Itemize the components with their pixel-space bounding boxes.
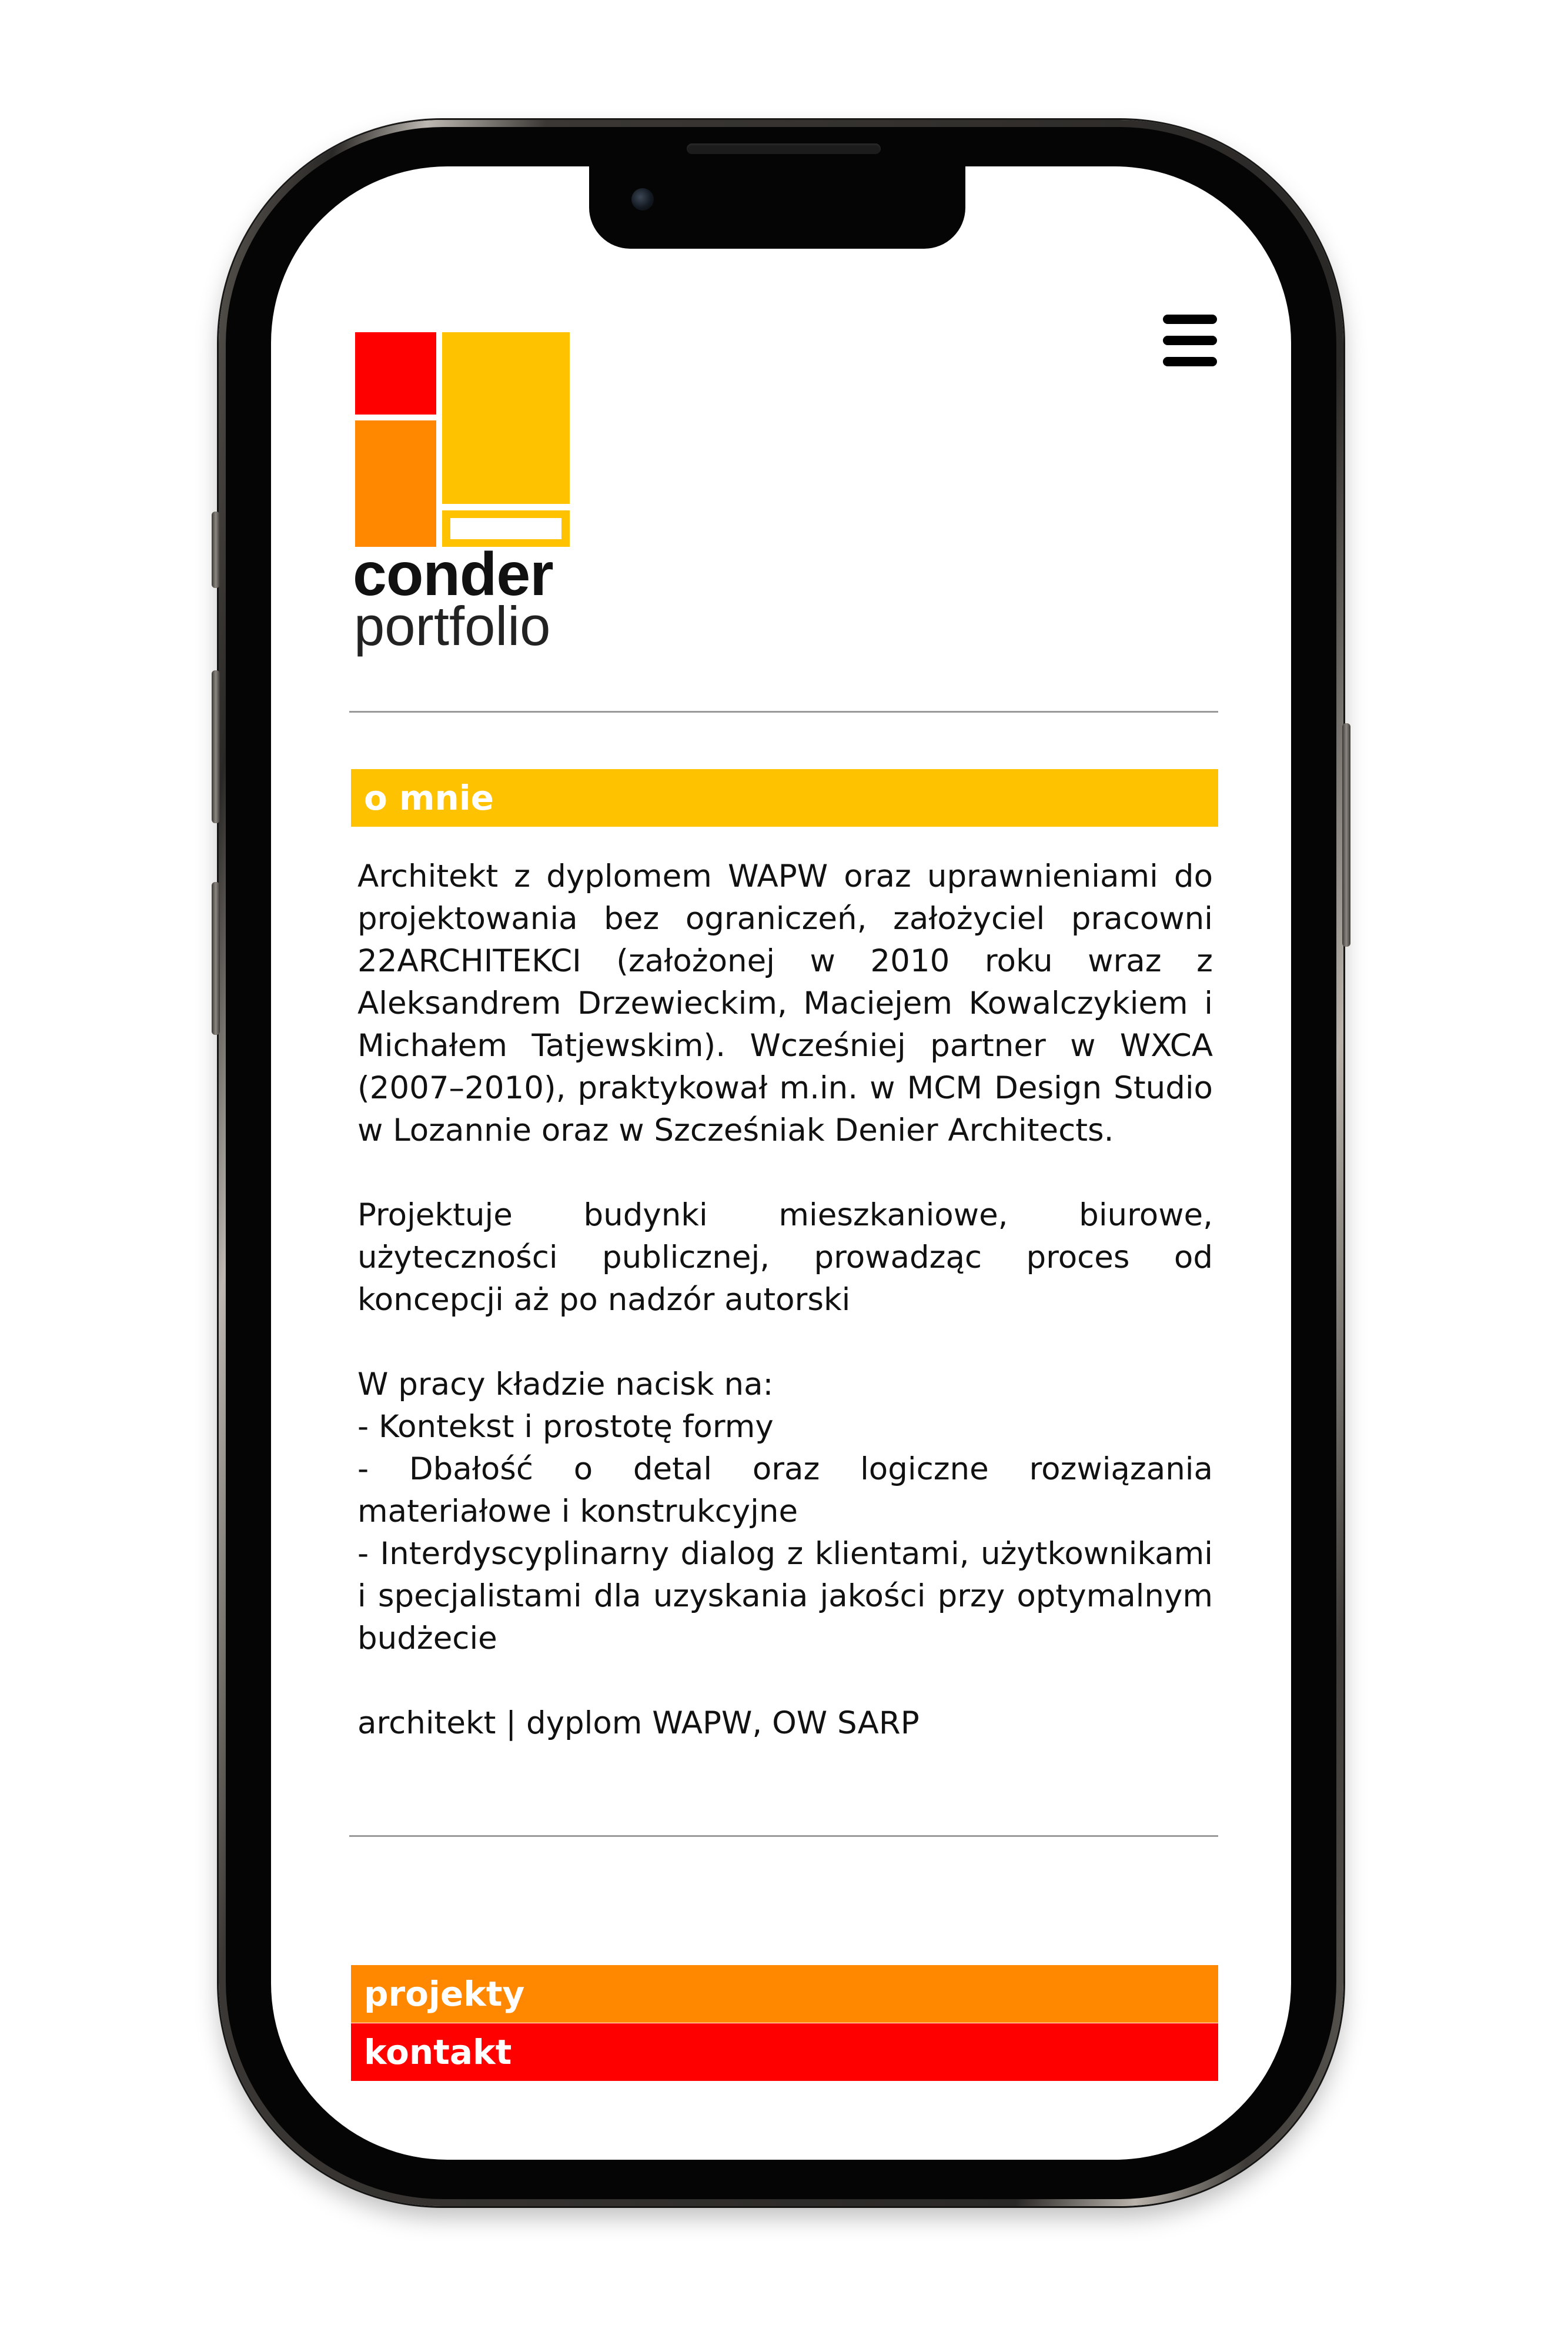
- focus-list-item: - Dbałość o detal oraz logiczne rozwiąza…: [357, 1451, 1213, 1529]
- section-heading-about: o mnie: [351, 769, 1218, 827]
- menu-bar-top: [1163, 315, 1217, 324]
- focus-list-heading: W pracy kładzie nacisk na:: [357, 1367, 774, 1402]
- hamburger-menu-icon[interactable]: [1157, 315, 1223, 371]
- logo-frame-inner: [450, 518, 561, 539]
- power-button: [1342, 723, 1350, 947]
- about-paragraph-bio: Architekt z dyplomem WAPW oraz uprawnien…: [357, 858, 1213, 1148]
- volume-down-button: [212, 882, 220, 1035]
- nav-contact-link[interactable]: kontakt: [351, 2023, 1218, 2081]
- logo-yellow-block: [442, 332, 570, 504]
- logo-orange-block: [355, 420, 436, 547]
- about-text: Architekt z dyplomem WAPW oraz uprawnien…: [357, 856, 1213, 1745]
- credentials-line: architekt | dyplom WAPW, OW SARP: [357, 1705, 920, 1741]
- logo-red-block: [355, 332, 436, 415]
- earpiece-speaker: [687, 143, 881, 154]
- focus-list-item: - Interdyscyplinarny dialog z klientami,…: [357, 1536, 1213, 1656]
- menu-bar-bottom: [1163, 357, 1217, 366]
- menu-bar-middle: [1163, 336, 1217, 345]
- volume-up-button: [212, 670, 220, 823]
- nav-projects-link[interactable]: projekty: [351, 1965, 1218, 2023]
- front-camera-icon: [631, 188, 654, 211]
- focus-list-item: - Kontekst i prostotę formy: [357, 1409, 774, 1445]
- brand-subtitle: portfolio: [354, 595, 551, 657]
- header-divider: [349, 711, 1218, 713]
- content-divider: [349, 1835, 1218, 1837]
- focus-list: W pracy kładzie nacisk na: - Kontekst i …: [357, 1364, 1213, 1660]
- mute-switch: [212, 512, 220, 588]
- about-paragraph-scope: Projektuje budynki mieszkaniowe, biurowe…: [357, 1197, 1213, 1318]
